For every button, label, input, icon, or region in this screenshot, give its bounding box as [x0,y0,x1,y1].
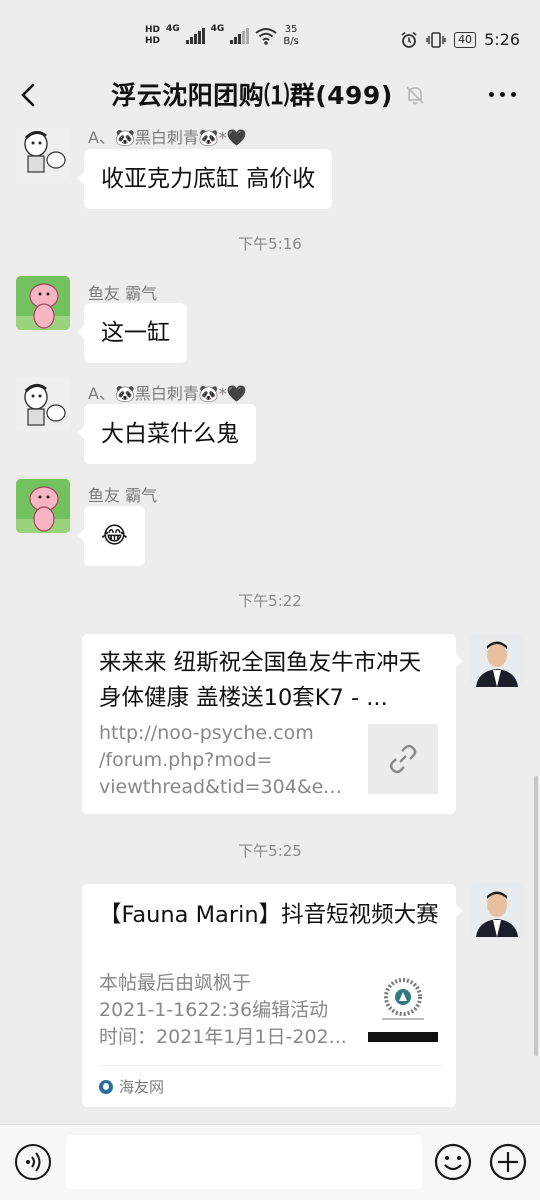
cartoon-avatar-icon [16,377,70,431]
wifi-icon [255,28,277,45]
alarm-icon [401,31,417,48]
timestamp: 下午5:16 [238,235,302,253]
avatar[interactable] [470,883,524,937]
card-desc-line: http://noo-psyche.com [99,722,314,744]
message-sender: A、🐼黑白刺青🐼*🖤 [88,128,247,147]
hd-label-1: HD [145,25,161,35]
status-left-group: HD HD 4G 4G 35 B/s [145,24,299,48]
network-type-2: 4G [210,24,225,34]
cartoon-avatar-icon [16,479,70,533]
speed-value: 35 [284,24,298,35]
card-desc-line: 本帖最后由飒枫于 [99,972,252,994]
voice-icon [26,1152,41,1172]
source-logo-icon [99,1079,113,1094]
card-desc-line: 2021-1-1622:36编辑活动 [99,999,329,1021]
message-sender: A、🐼黑白刺青🐼*🖤 [88,384,247,403]
clock: 5:26 [484,30,520,49]
timestamp: 下午5:22 [238,592,302,610]
card-source: 海友网 [99,1065,442,1107]
message-input-bar [0,1124,540,1200]
emoji-icon[interactable] [434,1143,472,1181]
status-right-group: 40 5:26 [400,30,520,49]
network-speed: 35 B/s [283,24,298,48]
link-icon [389,744,417,774]
link-thumbnail [368,724,438,794]
card-desc-line: viewthread&tid=304&extr... [99,776,349,798]
qr-code-icon [368,978,438,1042]
avatar[interactable] [16,276,70,330]
speed-unit: B/s [283,36,299,47]
mute-bell-icon [406,86,424,105]
person-avatar-icon [470,633,524,687]
timestamp: 下午5:25 [238,842,302,860]
card-description: http://noo-psyche.com /forum.php?mod= vi… [99,720,349,801]
avatar[interactable] [16,479,70,533]
person-avatar-icon [470,883,524,937]
signal-icon-1 [185,28,205,44]
message-bubble[interactable]: 收亚克力底缸 高价收 [76,149,333,209]
signal-icon-2 [230,28,250,44]
voice-input-button[interactable] [15,1144,51,1180]
avatar[interactable] [16,377,70,431]
card-title: 来来来 纽斯祝全国鱼友牛市冲天 身体健康 盖楼送10套K7 - ... [99,650,422,711]
message-sender: 鱼友 霸气 [88,486,158,505]
card-title: 【Fauna Marin】抖音短视频大赛 [99,902,439,928]
battery-icon: 40 [454,31,477,48]
message-sender: 鱼友 霸气 [88,284,158,303]
card-desc-line: /forum.php?mod= [99,749,273,771]
card-desc-line: 时间：2021年1月1日-202... [99,1026,347,1048]
chat-title: 浮云沈阳团购⑴群(499) [111,81,393,110]
avatar[interactable] [16,128,70,178]
chat-message-list[interactable]: A、🐼黑白刺青🐼*🖤 收亚克力底缸 高价收 下午5:16 鱼友 霸气 这一缸 A… [0,128,540,1124]
link-share-card[interactable]: 来来来 纽斯祝全国鱼友牛市冲天 身体健康 盖楼送10套K7 - ... http… [82,634,463,814]
hd-label-2: HD [145,36,161,46]
more-options-button[interactable] [489,92,516,97]
cartoon-avatar-icon [16,276,70,330]
qr-code-thumbnail [368,972,438,1042]
plus-icon[interactable] [489,1143,527,1181]
network-type-1: 4G [166,24,180,34]
article-share-card[interactable]: 【Fauna Marin】抖音短视频大赛 本帖最后由飒枫于 2021-1-162… [82,884,463,1107]
source-name: 海友网 [119,1078,165,1096]
vibrate-icon [426,31,446,48]
hd-indicator: HD HD [145,25,160,47]
scrollbar[interactable] [534,776,538,1056]
avatar[interactable] [470,633,524,687]
message-input[interactable] [66,1135,422,1189]
message-bubble[interactable]: 大白菜什么鬼 [77,404,256,464]
message-bubble[interactable]: 这一缸 [77,303,187,363]
card-description: 本帖最后由飒枫于 2021-1-1622:36编辑活动 时间：2021年1月1日… [99,970,349,1051]
chat-header: 浮云沈阳团购⑴群(499) [0,62,540,128]
cartoon-avatar-icon [16,128,70,178]
message-bubble[interactable]: 😂 [77,506,145,566]
